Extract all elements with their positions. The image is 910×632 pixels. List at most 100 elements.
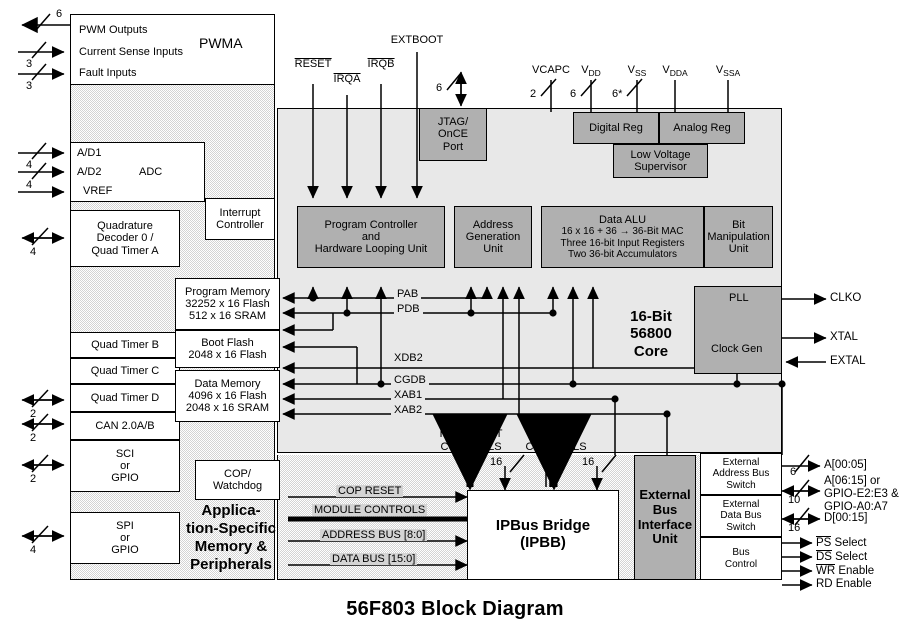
ds-overline: DS — [816, 550, 832, 563]
signal-a-low: A[00:05] — [824, 459, 867, 471]
signal-a-high-gpio: A[06:15] or GPIO-E2:E3 & GPIO-A0:A7 — [824, 475, 899, 514]
block-interrupt-controller[interactable]: Interrupt Controller — [205, 198, 275, 240]
bmu-line-2: Manipulation — [707, 230, 770, 243]
block-adc[interactable]: A/D1 A/D2 VREF ADC — [70, 142, 205, 202]
ps-overline: PS — [816, 536, 832, 549]
vss-width: 6* — [612, 88, 623, 100]
block-pll-clock-gen[interactable]: PLL Clock Gen — [694, 286, 782, 374]
program-controller-line-3: Hardware Looping Unit — [314, 243, 428, 256]
bus-label-module-controls: MODULE CONTROLS — [312, 504, 428, 516]
vss-sub: SS — [635, 68, 647, 79]
vdda-sub: DDA — [669, 68, 688, 79]
agu-line-3: Unit — [483, 243, 503, 256]
block-program-memory[interactable]: Program Memory 32252 x 16 Flash 512 x 16… — [175, 278, 280, 330]
signal-extboot-label: EXTBOOT — [390, 34, 444, 46]
diagram-title: 56F803 Block Diagram — [346, 598, 564, 620]
a-high-gpio-line-1: A[06:15] or — [824, 475, 881, 487]
block-bit-manipulation-unit[interactable]: Bit Manipulation Unit — [704, 206, 773, 268]
ipbb-line-2: (IPBB) — [520, 534, 566, 551]
agu-line-1: Address — [472, 218, 514, 231]
can-label: CAN 2.0A/B — [95, 419, 155, 432]
block-jtag-once-port[interactable]: JTAG/ OnCE Port — [419, 108, 487, 161]
lvs-line-2: Supervisor — [634, 161, 687, 173]
block-quad-timer-b[interactable]: Quad Timer B — [70, 332, 180, 358]
quad-timer-c-label: Quad Timer C — [90, 364, 160, 377]
vdd-width: 6 — [570, 88, 577, 100]
eabs-line-2: Address Bus — [712, 468, 770, 480]
bus-label-xdb2: XDB2 — [391, 352, 426, 364]
block-sci[interactable]: SCI or GPIO — [70, 440, 180, 492]
block-quad-timer-d[interactable]: Quad Timer D — [70, 384, 180, 412]
core-title: 16-Bit 56800 Core — [612, 308, 690, 360]
block-spi[interactable]: SPI or GPIO — [70, 512, 180, 564]
ipbb-right-width: 16 — [582, 456, 595, 468]
program-memory-line-1: Program Memory — [185, 285, 270, 298]
bus-label-xab2: XAB2 — [391, 404, 426, 416]
interrupt-controls-line-2: CONTROLS — [440, 440, 502, 453]
signal-a-high-width: 10 — [788, 494, 801, 506]
data-memory-line-3: 2048 x 16 SRAM — [185, 402, 270, 415]
ebiu-line-4: Unit — [652, 531, 678, 547]
signal-xtal: XTAL — [830, 331, 858, 343]
spi-line-1: SPI — [116, 519, 134, 532]
block-program-controller[interactable]: Program Controller and Hardware Looping … — [297, 206, 445, 268]
block-diagram-canvas: 6 3 3 4 4 4 2 2 2 4 PWM Outputs Current … — [0, 0, 910, 632]
vcapc-text: VCAPC — [532, 64, 570, 76]
block-analog-reg[interactable]: Analog Reg — [659, 112, 745, 144]
block-data-alu[interactable]: Data ALU 16 x 16 + 36 → 36-Bit MAC Three… — [541, 206, 704, 268]
signal-reset-label: RESET — [294, 58, 332, 71]
ipbb-controls-label: IPBB CONTROLS — [520, 428, 592, 453]
signal-wr-enable: WR Enable — [816, 564, 874, 578]
pll-label: PLL — [729, 292, 749, 304]
port-width-fault: 3 — [26, 80, 33, 92]
a-high-gpio-line-2: GPIO-E2:E3 & — [824, 487, 899, 500]
irqa-text: IRQA — [333, 73, 361, 85]
asp-line-4: Peripherals — [190, 556, 272, 573]
block-quadrature-decoder[interactable]: Quadrature Decoder 0 / Quad Timer A — [70, 210, 180, 267]
bus-label-xab1: XAB1 — [391, 389, 426, 401]
bus-label-pab: PAB — [394, 288, 422, 300]
block-pwma[interactable]: PWM Outputs Current Sense Inputs Fault I… — [70, 14, 275, 85]
port-width-sci: 2 — [30, 473, 37, 485]
application-specific-memory-peripherals: Applica- tion-Specific Memory & Peripher… — [182, 502, 280, 574]
block-can[interactable]: CAN 2.0A/B — [70, 412, 180, 440]
signal-d-bus: D[00:15] — [824, 512, 868, 524]
pwma-line-fault-inputs: Fault Inputs — [79, 67, 137, 79]
sci-line-1: SCI — [115, 447, 135, 460]
jtag-port-width: 6 — [436, 82, 443, 94]
data-alu-line-2: 16 x 16 + 36 → 36-Bit MAC — [561, 226, 684, 238]
spi-line-3: GPIO — [111, 544, 139, 557]
vdd-sub: DD — [588, 68, 601, 79]
ipbb-left-width: 16 — [490, 456, 503, 468]
signal-clko: CLKO — [830, 292, 862, 304]
port-width-spi: 4 — [30, 544, 37, 556]
eabs-line-3: Switch — [726, 479, 756, 491]
asp-line-1: Applica- — [201, 502, 261, 519]
quad-decoder-line-3: Quad Timer A — [91, 244, 159, 257]
block-bus-control[interactable]: Bus Control — [700, 537, 782, 580]
block-external-data-bus-switch[interactable]: External Data Bus Switch — [700, 495, 782, 537]
quad-decoder-line-1: Quadrature — [97, 220, 153, 233]
block-external-address-bus-switch[interactable]: External Address Bus Switch — [700, 453, 782, 495]
block-data-memory[interactable]: Data Memory 4096 x 16 Flash 2048 x 16 SR… — [175, 370, 280, 422]
block-quad-timer-c[interactable]: Quad Timer C — [70, 358, 180, 384]
bus-label-data-bus: DATA BUS [15:0] — [330, 553, 418, 565]
signal-ds-select: DS Select — [816, 550, 867, 564]
block-external-bus-interface-unit[interactable]: External Bus Interface Unit — [634, 455, 696, 580]
bus-control-line-2: Control — [724, 558, 758, 570]
sci-line-2: or — [120, 459, 130, 472]
block-ipbus-bridge[interactable]: IPBus Bridge (IPBB) — [467, 490, 619, 580]
block-address-generation-unit[interactable]: Address Generation Unit — [454, 206, 532, 268]
edbs-line-2: Data Bus — [720, 510, 762, 522]
ebiu-line-1: External — [639, 487, 691, 503]
block-digital-reg[interactable]: Digital Reg — [573, 112, 659, 144]
block-boot-flash[interactable]: Boot Flash 2048 x 16 Flash — [175, 330, 280, 368]
core-title-line-3: Core — [633, 342, 669, 360]
cop-line-1: COP/ — [224, 467, 251, 480]
adc-line-vref: VREF — [83, 185, 113, 197]
bus-label-cgdb: CGDB — [391, 374, 429, 386]
block-low-voltage-supervisor[interactable]: Low Voltage Supervisor — [613, 144, 708, 178]
core-title-line-1: 16-Bit — [630, 308, 672, 325]
adc-line-ad1: A/D1 — [77, 147, 102, 159]
block-cop-watchdog[interactable]: COP/ Watchdog — [195, 460, 280, 500]
